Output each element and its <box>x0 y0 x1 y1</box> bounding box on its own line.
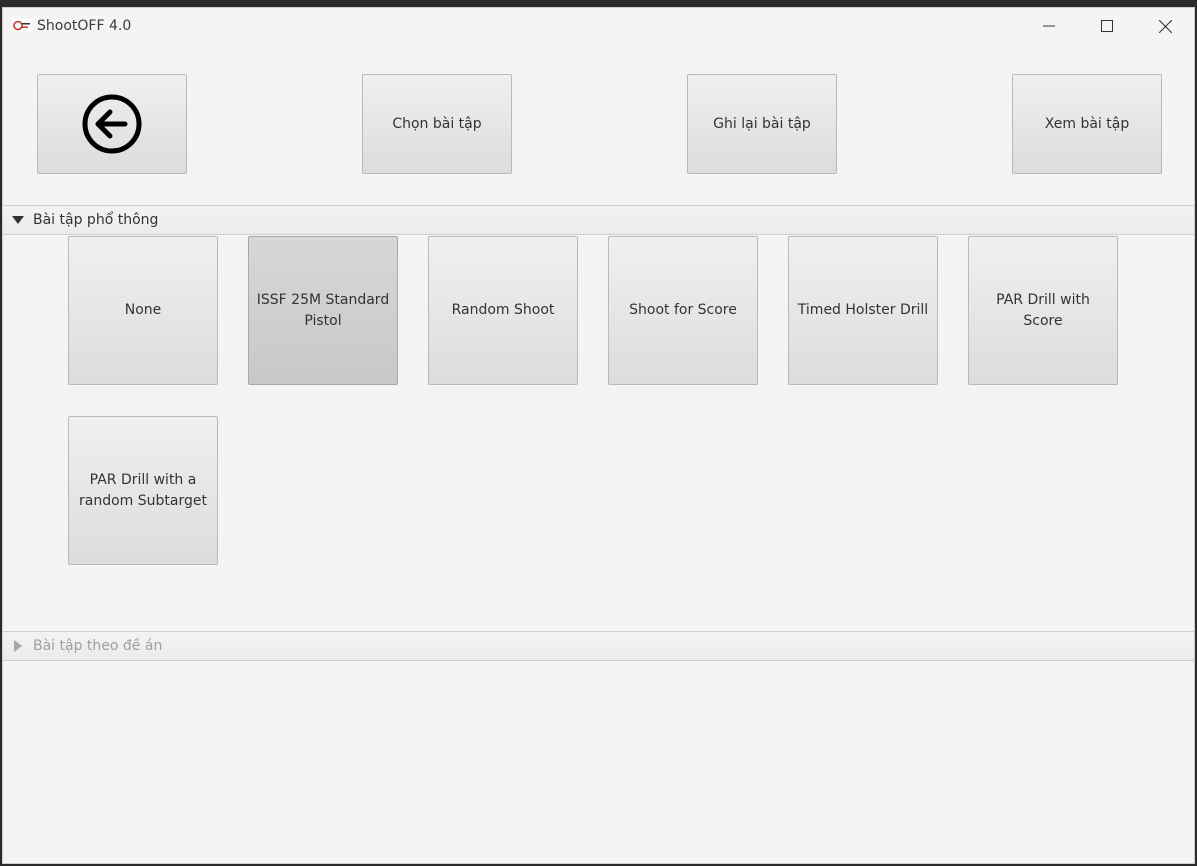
triangle-right-icon <box>14 640 22 652</box>
view-exercise-label: Xem bài tập <box>1044 115 1130 132</box>
app-window: ShootOFF 4.0 Chọn bài tập Ghi lại bài tậ… <box>2 7 1195 864</box>
section-title-project: Bài tập theo đề án <box>33 638 163 654</box>
exercise-label: Shoot for Score <box>629 302 737 318</box>
section-header-project[interactable]: Bài tập theo đề án <box>3 631 1194 661</box>
window-title: ShootOFF 4.0 <box>37 18 132 34</box>
minimize-button[interactable] <box>1020 8 1078 44</box>
maximize-icon <box>1101 20 1113 32</box>
exercise-label: PAR Drill with Score <box>996 291 1090 329</box>
arrow-left-circle-icon <box>82 94 142 154</box>
close-icon <box>1158 19 1172 33</box>
exercise-tile[interactable]: PAR Drill with a random Subtarget <box>68 416 218 565</box>
exercise-tile-selected[interactable]: ISSF 25M Standard Pistol <box>248 236 398 385</box>
triangle-down-icon <box>12 216 24 224</box>
choose-exercise-button[interactable]: Chọn bài tập <box>362 74 512 174</box>
exercise-tile[interactable]: Timed Holster Drill <box>788 236 938 385</box>
record-exercise-label: Ghi lại bài tập <box>713 115 811 132</box>
close-button[interactable] <box>1136 8 1194 44</box>
exercise-tile[interactable]: Random Shoot <box>428 236 578 385</box>
title-bar[interactable]: ShootOFF 4.0 <box>3 8 1194 44</box>
back-button[interactable] <box>37 74 187 174</box>
exercise-label: ISSF 25M Standard Pistol <box>256 291 390 329</box>
view-exercise-button[interactable]: Xem bài tập <box>1012 74 1162 174</box>
section-title-common: Bài tập phổ thông <box>33 212 159 228</box>
minimize-icon <box>1043 25 1055 27</box>
exercise-label: Random Shoot <box>451 302 555 318</box>
exercise-tile[interactable]: None <box>68 236 218 385</box>
exercise-tile[interactable]: Shoot for Score <box>608 236 758 385</box>
choose-exercise-label: Chọn bài tập <box>392 115 482 132</box>
maximize-button[interactable] <box>1078 8 1136 44</box>
exercise-label: None <box>124 302 162 318</box>
exercise-label: Timed Holster Drill <box>797 302 929 318</box>
exercise-tile[interactable]: PAR Drill with Score <box>968 236 1118 385</box>
app-logo-icon <box>13 19 31 32</box>
section-header-common[interactable]: Bài tập phổ thông <box>3 205 1194 235</box>
exercise-label: PAR Drill with a random Subtarget <box>79 471 207 509</box>
record-exercise-button[interactable]: Ghi lại bài tập <box>687 74 837 174</box>
